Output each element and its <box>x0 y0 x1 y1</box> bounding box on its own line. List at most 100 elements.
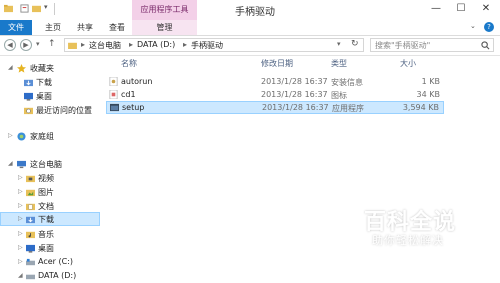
sidebar-item-downloads[interactable]: 下载 <box>0 76 100 89</box>
search-box[interactable]: 搜索"手柄驱动" <box>370 38 494 52</box>
forward-arrow-icon: ▶ <box>23 41 29 49</box>
homegroup-icon <box>17 132 26 141</box>
breadcrumb-data-drive[interactable]: DATA (D:) <box>137 40 175 49</box>
sidebar-item-videos[interactable]: ▷ 视频 <box>0 172 100 185</box>
sidebar-item-this-pc[interactable]: ◢ 这台电脑 <box>0 158 100 171</box>
title-separator <box>54 3 55 15</box>
sidebar-item-desktop-pc[interactable]: ▷ 桌面 <box>0 242 100 255</box>
recent-places-icon <box>24 107 33 115</box>
file-type: 应用程序 <box>332 104 364 113</box>
address-dropdown-icon[interactable]: ▾ <box>337 40 341 48</box>
file-size: 3,594 KB <box>402 103 439 112</box>
sidebar-item-music[interactable]: ▷ 音乐 <box>0 228 100 241</box>
folder-icon <box>4 4 13 13</box>
video-folder-icon <box>26 175 35 183</box>
breadcrumb-separator-icon: ▸ <box>81 40 86 49</box>
collapsed-chevron-icon[interactable]: ▷ <box>18 202 23 209</box>
forward-button[interactable]: ▶ <box>20 39 32 51</box>
column-header-type[interactable]: 类型 <box>331 58 347 69</box>
documents-folder-icon <box>26 203 35 211</box>
watermark-subtitle: 助你轻松解决 <box>372 234 444 247</box>
window-title: 手柄驱动 <box>235 7 275 18</box>
desktop-icon <box>24 92 33 101</box>
star-icon <box>17 64 26 73</box>
application-icon <box>110 103 119 112</box>
maximize-button[interactable]: ☐ <box>450 0 472 16</box>
expanded-chevron-icon[interactable]: ◢ <box>18 272 23 279</box>
navigation-bar: ◀ ▶ ▾ ↑ ▸ 这台电脑 ▸ DATA (D:) ▸ 手柄驱动 ▾ ↻ 搜索… <box>0 36 500 56</box>
quick-access-dropdown-icon[interactable]: ▾ <box>44 3 48 11</box>
file-row-selected[interactable]: setup 2013/1/28 16:37 应用程序 3,594 KB <box>106 101 444 114</box>
column-header-date-modified[interactable]: 修改日期 <box>261 58 293 69</box>
computer-icon <box>17 160 26 169</box>
tab-home[interactable]: 主页 <box>38 20 68 35</box>
minimize-button[interactable]: — <box>424 0 448 16</box>
folder-icon <box>68 42 77 49</box>
breadcrumb-separator-icon: ▸ <box>129 40 134 49</box>
file-size: 34 KB <box>416 90 440 99</box>
collapsed-chevron-icon[interactable]: ▷ <box>18 188 23 195</box>
file-type: 图标 <box>331 91 347 100</box>
properties-icon[interactable] <box>20 4 29 13</box>
music-folder-icon <box>26 231 35 239</box>
navigation-pane: ◢ 收藏夹 下载 桌面 最近访问的位置 ▷ 家庭组 ◢ 这台电脑 ▷ 视频 ▷ … <box>0 56 100 280</box>
sidebar-item-drive-c[interactable]: ▷ Acer (C:) <box>0 256 100 269</box>
back-arrow-icon: ◀ <box>7 41 13 49</box>
collapsed-chevron-icon[interactable]: ▷ <box>18 258 23 265</box>
sidebar-item-pictures[interactable]: ▷ 图片 <box>0 186 100 199</box>
column-header-size[interactable]: 大小 <box>400 58 416 69</box>
download-folder-icon <box>26 216 35 224</box>
collapsed-chevron-icon[interactable]: ▷ <box>18 174 23 181</box>
expanded-chevron-icon[interactable]: ◢ <box>8 64 13 71</box>
file-name: cd1 <box>121 90 136 99</box>
expanded-chevron-icon[interactable]: ◢ <box>8 160 13 167</box>
close-button[interactable]: ✕ <box>473 0 499 16</box>
download-folder-icon <box>24 79 33 87</box>
help-icon[interactable]: ? <box>484 22 494 32</box>
file-row[interactable]: cd1 2013/1/28 16:37 图标 34 KB <box>106 89 444 101</box>
search-icon[interactable] <box>481 41 490 50</box>
file-size: 1 KB <box>421 77 440 86</box>
tab-file[interactable]: 文件 <box>0 20 32 35</box>
breadcrumb-this-pc[interactable]: 这台电脑 <box>89 40 121 51</box>
address-bar[interactable]: ▸ 这台电脑 ▸ DATA (D:) ▸ 手柄驱动 ▾ ↻ <box>64 38 364 52</box>
column-header-name[interactable]: 名称 <box>121 58 137 69</box>
context-tab-header-label: 应用程序工具 <box>140 5 189 14</box>
pictures-folder-icon <box>26 189 35 197</box>
collapsed-chevron-icon[interactable]: ▷ <box>8 132 13 139</box>
breadcrumb-separator-icon: ▸ <box>183 40 188 49</box>
tab-share[interactable]: 共享 <box>70 20 100 35</box>
up-arrow-icon[interactable]: ↑ <box>48 39 56 49</box>
recent-locations-icon[interactable]: ▾ <box>36 40 40 48</box>
sidebar-item-downloads-selected[interactable]: ▷ 下载 <box>0 212 100 226</box>
sidebar-item-desktop[interactable]: 桌面 <box>0 90 100 103</box>
file-name: setup <box>122 103 145 112</box>
tab-manage[interactable]: 管理 <box>132 20 197 35</box>
back-button[interactable]: ◀ <box>4 39 16 51</box>
refresh-icon[interactable]: ↻ <box>351 39 359 49</box>
title-bar: ▾ 应用程序工具 手柄驱动 — ☐ ✕ <box>0 0 500 20</box>
file-date: 2013/1/28 16:37 <box>261 77 328 86</box>
file-name: autorun <box>121 77 153 86</box>
collapsed-chevron-icon[interactable]: ▷ <box>18 230 23 237</box>
collapsed-chevron-icon[interactable]: ▷ <box>18 244 23 251</box>
sidebar-item-favorites[interactable]: ◢ 收藏夹 <box>0 62 100 75</box>
file-date: 2013/1/28 16:37 <box>262 103 329 112</box>
sidebar-item-homegroup[interactable]: ▷ 家庭组 <box>0 130 100 143</box>
new-folder-icon[interactable] <box>32 4 41 13</box>
collapsed-chevron-icon[interactable]: ▷ <box>18 215 23 222</box>
drive-icon <box>26 258 35 266</box>
breadcrumb-current-folder[interactable]: 手柄驱动 <box>191 40 223 51</box>
search-input[interactable]: 搜索"手柄驱动" <box>375 40 430 51</box>
desktop-icon <box>26 244 35 253</box>
file-row[interactable]: autorun 2013/1/28 16:37 安装信息 1 KB <box>106 76 444 88</box>
ribbon-tabs: 文件 主页 共享 查看 管理 ⌄ ? <box>0 20 500 36</box>
file-type: 安装信息 <box>331 78 363 87</box>
tab-view[interactable]: 查看 <box>102 20 132 35</box>
context-tab-header: 应用程序工具 <box>132 0 197 20</box>
icon-file-icon <box>109 90 118 99</box>
setup-info-file-icon <box>109 77 118 86</box>
file-date: 2013/1/28 16:37 <box>261 90 328 99</box>
sidebar-item-recent-places[interactable]: 最近访问的位置 <box>0 104 100 117</box>
ribbon-expand-icon[interactable]: ⌄ <box>470 22 476 30</box>
